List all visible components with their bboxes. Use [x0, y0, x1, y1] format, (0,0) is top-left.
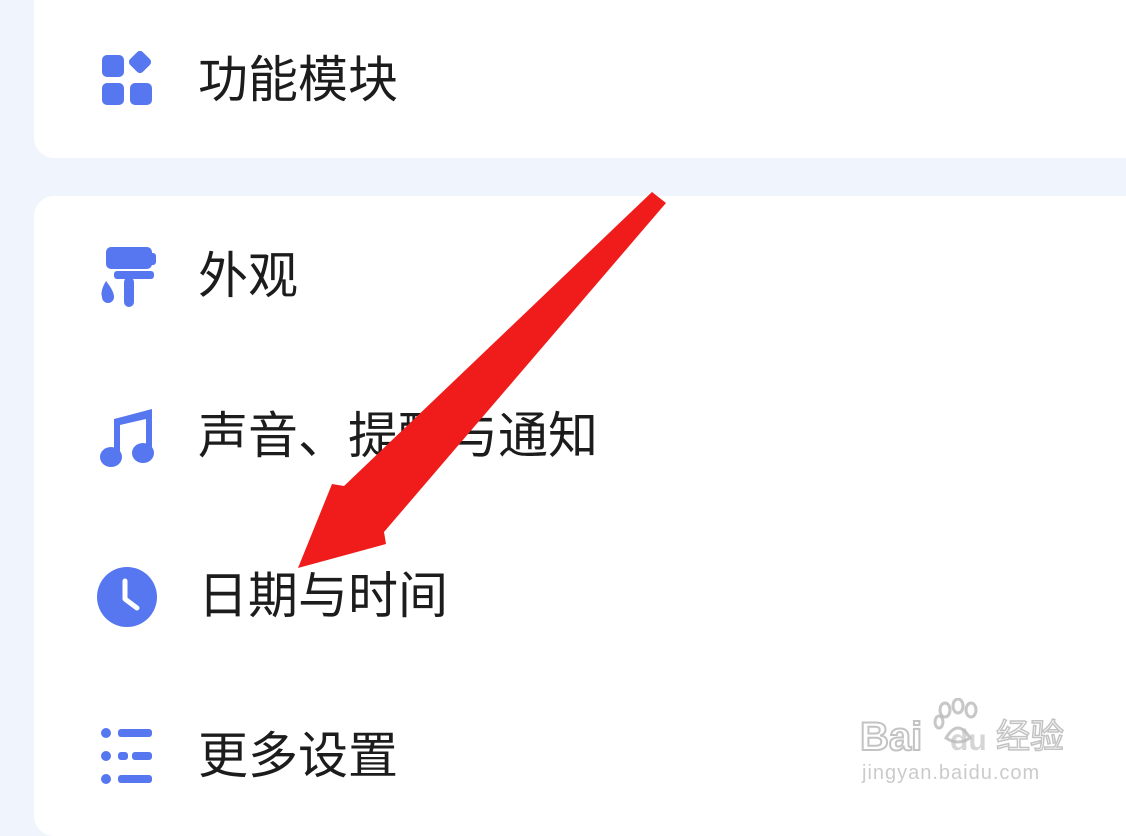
- menu-item-modules[interactable]: 功能模块: [34, 25, 1126, 135]
- baidu-logo: Bai du 经验: [860, 698, 1065, 758]
- modules-card: 功能模块: [34, 0, 1126, 158]
- menu-item-label: 更多设置: [198, 727, 398, 785]
- grid-modules-icon: [94, 45, 164, 115]
- menu-item-sound-notifications[interactable]: 声音、提醒与通知: [34, 381, 1126, 491]
- menu-item-label: 声音、提醒与通知: [198, 407, 598, 465]
- menu-item-label: 日期与时间: [198, 567, 448, 625]
- list-settings-icon: [94, 721, 164, 791]
- svg-text:du: du: [950, 724, 987, 757]
- svg-text:经验: 经验: [996, 717, 1064, 757]
- music-note-icon: [94, 401, 164, 471]
- menu-item-label: 功能模块: [198, 51, 398, 109]
- svg-text:Bai: Bai: [860, 715, 922, 758]
- baidu-watermark: Bai du 经验 jingyan.baidu.com: [860, 686, 1100, 786]
- menu-item-date-time[interactable]: 日期与时间: [34, 541, 1126, 651]
- clock-icon: [94, 561, 164, 631]
- watermark-url: jingyan.baidu.com: [862, 762, 1041, 784]
- menu-item-label: 外观: [198, 247, 298, 305]
- menu-item-appearance[interactable]: 外观: [34, 221, 1126, 331]
- paint-roller-icon: [94, 241, 164, 311]
